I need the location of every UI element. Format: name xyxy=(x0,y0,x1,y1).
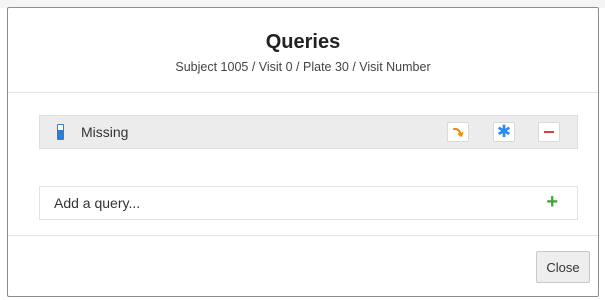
add-query-row[interactable]: Add a query... + xyxy=(39,186,578,220)
remove-query-button[interactable] xyxy=(538,122,560,142)
modal-subtitle: Subject 1005 / Visit 0 / Plate 30 / Visi… xyxy=(175,60,431,74)
query-row[interactable]: Missing ✱ xyxy=(39,115,578,149)
modal-footer: Close xyxy=(8,235,598,296)
close-button[interactable]: Close xyxy=(536,251,590,283)
query-label: Missing xyxy=(81,124,129,140)
reply-arrow-icon xyxy=(453,127,464,137)
minus-icon xyxy=(544,131,554,133)
asterisk-icon: ✱ xyxy=(496,122,512,141)
add-query-input[interactable]: Add a query... xyxy=(54,195,140,211)
modal-body: Missing ✱ Add a query... + xyxy=(8,93,598,234)
reply-button[interactable] xyxy=(447,122,469,142)
queries-modal: Queries Subject 1005 / Visit 0 / Plate 3… xyxy=(7,7,599,297)
asterisk-button[interactable]: ✱ xyxy=(493,122,515,142)
plus-icon[interactable]: + xyxy=(546,191,558,213)
battery-half-icon xyxy=(57,124,64,140)
modal-title: Queries xyxy=(265,31,341,53)
modal-header: Queries Subject 1005 / Visit 0 / Plate 3… xyxy=(8,8,598,93)
